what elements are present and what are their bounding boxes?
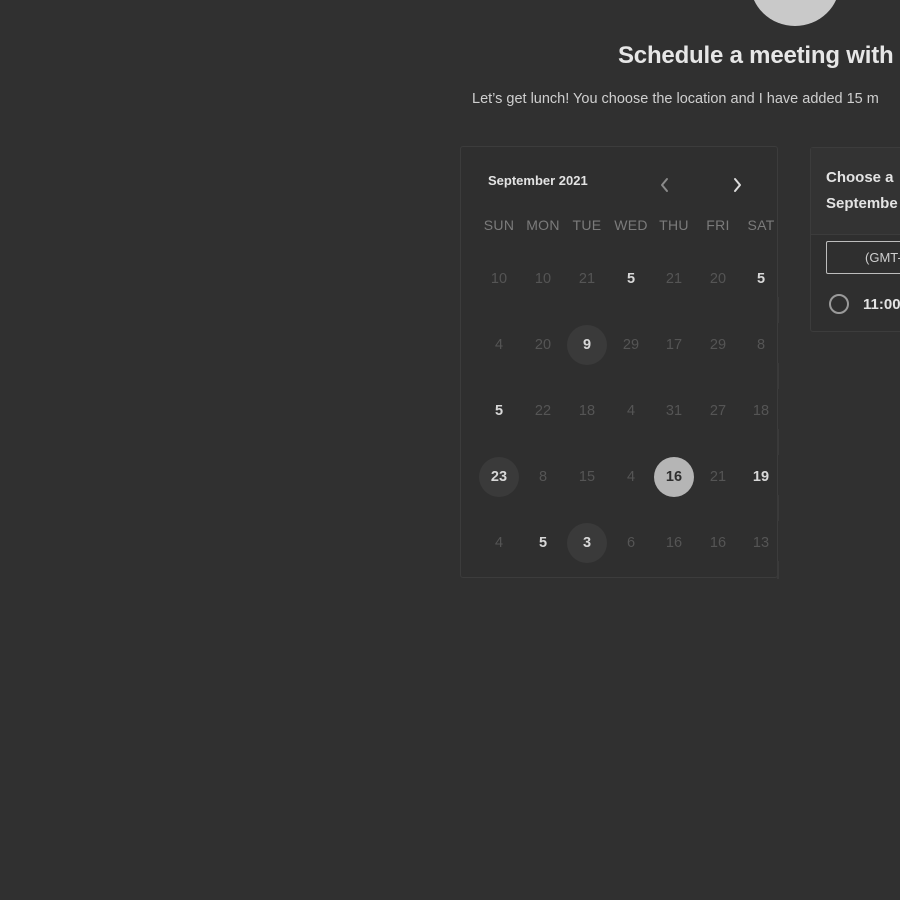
choose-time-label: Choose a <box>826 169 894 186</box>
day-cell: 16 <box>665 535 683 551</box>
day-cell: 29 <box>622 337 640 353</box>
calendar-month-label: September 2021 <box>488 173 588 188</box>
weekday-label: MON <box>526 217 560 233</box>
avatar <box>750 0 840 26</box>
selected-day-cell[interactable]: 16 <box>654 457 694 497</box>
weekday-label: SUN <box>483 217 515 233</box>
day-cell: 4 <box>626 469 636 485</box>
scheduling-page: Schedule a meeting with Let’s get lunch!… <box>0 0 900 900</box>
day-cell: 10 <box>534 271 552 287</box>
day-cell: 6 <box>626 535 636 551</box>
row-divider <box>777 561 779 579</box>
day-cell: 22 <box>534 403 552 419</box>
radio-button[interactable] <box>829 294 849 314</box>
day-cell: 8 <box>538 469 548 485</box>
page-subtitle: Let’s get lunch! You choose the location… <box>472 91 879 107</box>
day-cell: 13 <box>752 535 770 551</box>
day-cell[interactable]: 23 <box>479 457 519 497</box>
day-cell: 4 <box>626 403 636 419</box>
weekday-label: THU <box>659 217 689 233</box>
day-cell: 17 <box>665 337 683 353</box>
row-divider <box>777 495 779 521</box>
time-slot-label: 11:00 <box>863 295 900 313</box>
day-cell[interactable]: 9 <box>567 325 607 365</box>
day-cell: 4 <box>494 535 504 551</box>
page-title: Schedule a meeting with <box>618 42 894 69</box>
day-cell: 16 <box>709 535 727 551</box>
day-cell: 18 <box>752 403 770 419</box>
time-slot-option[interactable]: 11:00 <box>829 294 900 314</box>
next-month-button[interactable] <box>727 175 747 195</box>
day-cell[interactable]: 19 <box>741 457 781 497</box>
day-cell: 21 <box>578 271 596 287</box>
weekday-label: WED <box>614 217 648 233</box>
day-cell: 21 <box>665 271 683 287</box>
day-cell: 21 <box>709 469 727 485</box>
day-cell: 31 <box>665 403 683 419</box>
day-cell: 27 <box>709 403 727 419</box>
day-cell: 20 <box>534 337 552 353</box>
day-cell: 8 <box>756 337 766 353</box>
day-cell[interactable]: 5 <box>611 259 651 299</box>
calendar: September 2021 SUN MON TUE WED THU FRI SAT 10 1… <box>460 146 781 579</box>
day-cell: 20 <box>709 271 727 287</box>
day-cell: 10 <box>490 271 508 287</box>
day-cell: 29 <box>709 337 727 353</box>
day-cell: 15 <box>578 469 596 485</box>
day-cell[interactable]: 5 <box>479 391 519 431</box>
day-cell: 4 <box>494 337 504 353</box>
selected-date-label: Septembe <box>826 195 898 212</box>
weekday-label: SAT <box>747 217 775 233</box>
weekday-label: FRI <box>706 217 730 233</box>
chevron-right-icon <box>731 177 743 193</box>
previous-month-button[interactable] <box>655 175 675 195</box>
day-cell[interactable]: 3 <box>567 523 607 563</box>
row-divider <box>777 297 779 323</box>
time-slot-panel: Choose a Septembe (GMT- 11:00 <box>810 147 900 332</box>
row-divider <box>777 363 779 389</box>
weekday-label: TUE <box>572 217 602 233</box>
chevron-left-icon <box>659 177 671 193</box>
day-cell[interactable]: 5 <box>523 523 563 563</box>
row-divider <box>777 429 779 455</box>
time-slot-header: Choose a Septembe <box>811 148 900 235</box>
day-cell: 18 <box>578 403 596 419</box>
timezone-select[interactable]: (GMT- <box>826 241 900 274</box>
day-cell[interactable]: 5 <box>741 259 781 299</box>
